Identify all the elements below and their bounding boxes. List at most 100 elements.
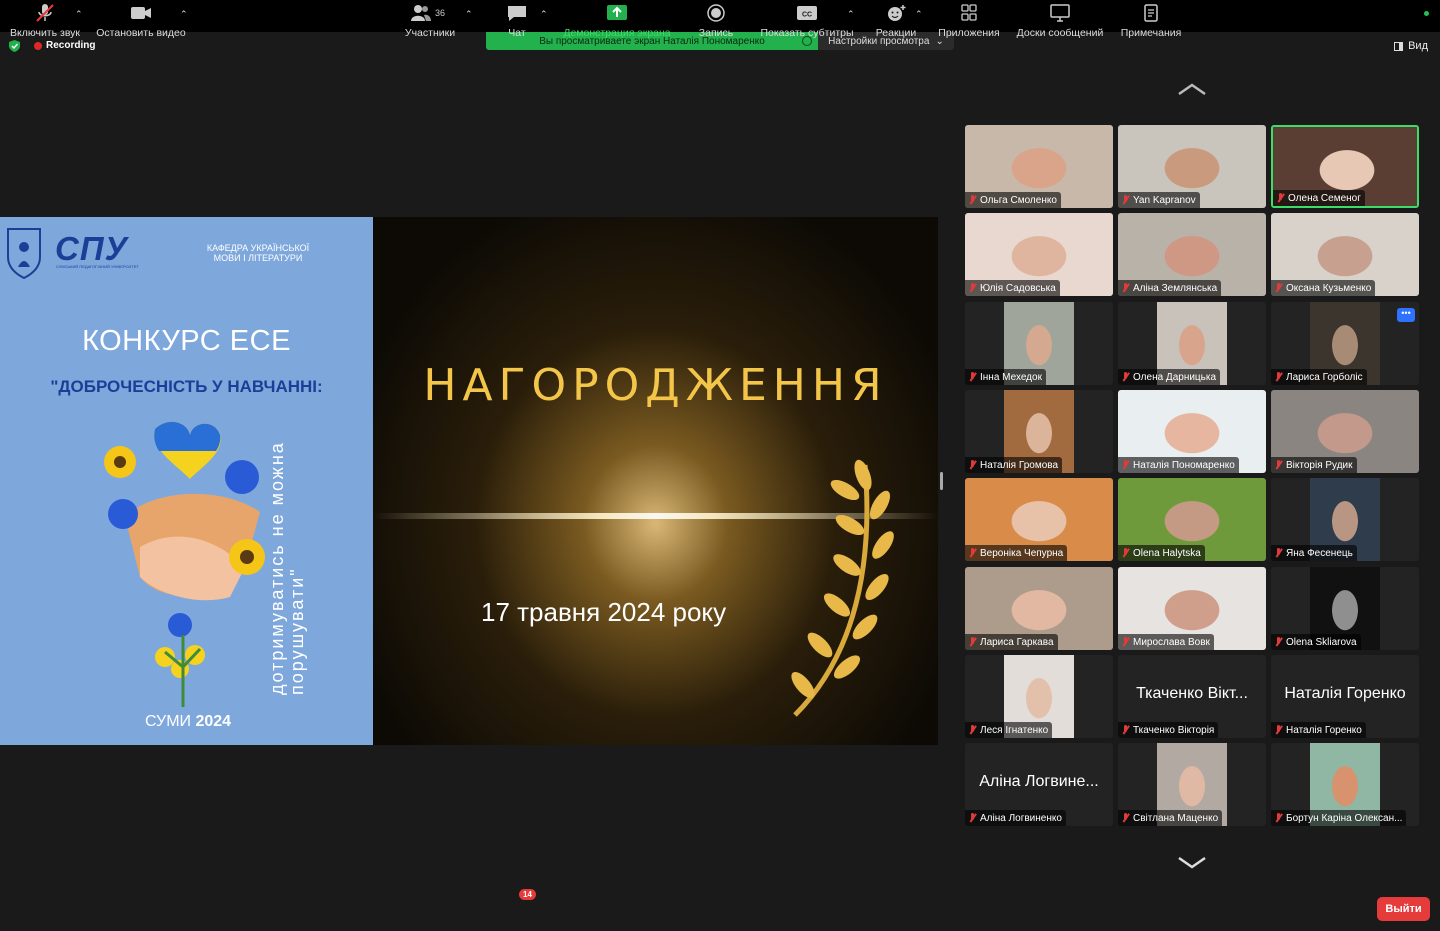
more-options-icon[interactable]: ••• xyxy=(1397,308,1415,322)
participant-tile[interactable]: Юлія Садовська xyxy=(965,213,1113,296)
participant-name-bar: Мирослава Вовк xyxy=(1118,634,1214,650)
participant-name: Яна Фесенець xyxy=(1286,547,1353,559)
participant-tile[interactable]: Ольга Смоленко xyxy=(965,125,1113,208)
unmute-label: Включить звук xyxy=(9,27,81,39)
chevron-up-icon[interactable] xyxy=(1177,82,1207,96)
reactions-label: Реакции xyxy=(875,27,917,39)
shared-screen[interactable]: СПУ СУМСЬКИЙ ПЕДАГОГІЧНИЙ УНІВЕРСИТЕТ КА… xyxy=(0,217,938,745)
captions-options-caret[interactable]: ⌃ xyxy=(847,9,855,20)
unmute-button[interactable]: Включить звук xyxy=(8,0,82,44)
notes-button[interactable]: Примечания xyxy=(1118,0,1184,44)
chat-label: Чат xyxy=(508,27,526,39)
muted-mic-icon xyxy=(1122,460,1130,470)
svg-text:CC: CC xyxy=(802,12,812,19)
muted-mic-icon xyxy=(1275,725,1283,735)
participant-name: Вероніка Чепурна xyxy=(980,547,1064,559)
participant-tile[interactable]: Ткаченко Вікт... Ткаченко Вікторія xyxy=(1118,655,1266,738)
whiteboards-label: Доски сообщений xyxy=(1016,27,1104,39)
participant-name-bar: Аліна Логвиненко xyxy=(965,810,1066,826)
participant-name: Лариса Горболіс xyxy=(1286,371,1363,383)
participant-name: Лариса Гаркава xyxy=(980,636,1054,648)
participant-display-name: Наталія Горенко xyxy=(1284,685,1406,702)
reactions-button[interactable]: Реакции xyxy=(873,0,919,44)
participant-name-bar: Olena Halytska xyxy=(1118,545,1205,561)
muted-mic-icon xyxy=(1275,548,1283,558)
department-name: КАФЕДРА УКРАЇНСЬКОЇ МОВИ І ЛІТЕРАТУРИ xyxy=(206,243,310,264)
chevron-down-icon[interactable] xyxy=(1177,856,1207,870)
participant-tile[interactable]: Olena Halytska xyxy=(1118,478,1266,561)
show-captions-button[interactable]: CC Показать субтитры xyxy=(758,0,856,44)
participant-tile[interactable]: Аліна Землянська xyxy=(1118,213,1266,296)
slide-scroll-handle[interactable] xyxy=(940,472,943,490)
participant-tile[interactable]: Олена Дарницька xyxy=(1118,302,1266,385)
leave-meeting-button[interactable]: Выйти xyxy=(1377,897,1430,921)
people-icon xyxy=(411,5,431,21)
share-screen-button[interactable]: Демонстрация экрана xyxy=(560,0,674,44)
participant-tile[interactable]: ••• Лариса Горболіс xyxy=(1271,302,1419,385)
award-date: 17 травня 2024 року xyxy=(481,597,727,627)
notes-label: Примечания xyxy=(1120,27,1182,39)
show-captions-label: Показать субтитры xyxy=(760,27,854,39)
video-options-caret[interactable]: ⌃ xyxy=(180,9,188,20)
participant-name-bar: Юлія Садовська xyxy=(965,280,1060,296)
participant-display-name: Ткаченко Вікт... xyxy=(1136,685,1248,702)
participant-tile[interactable]: Наталія Громова xyxy=(965,390,1113,473)
participant-tile[interactable]: Леся Ігнатенко xyxy=(965,655,1113,738)
participant-name: Світлана Маценко xyxy=(1133,812,1219,824)
apps-label: Приложения xyxy=(938,27,1000,39)
stop-video-button[interactable]: Остановить видео xyxy=(96,0,186,44)
meeting-toolbar xyxy=(0,887,1440,931)
record-button[interactable]: Запись xyxy=(696,0,736,44)
reactions-options-caret[interactable]: ⌃ xyxy=(915,9,923,20)
participant-tile[interactable]: Оксана Кузьменко xyxy=(1271,213,1419,296)
apps-button[interactable]: Приложения xyxy=(936,0,1002,44)
chat-button[interactable]: Чат xyxy=(504,0,530,44)
participant-tile[interactable]: Yan Kapranov xyxy=(1118,125,1266,208)
audio-options-caret[interactable]: ⌃ xyxy=(75,9,83,20)
participant-name: Вікторія Рудик xyxy=(1286,459,1353,471)
status-dot xyxy=(1424,11,1429,16)
share-screen-label: Демонстрация экрана xyxy=(563,27,671,39)
participant-tile[interactable]: Лариса Гаркава xyxy=(965,567,1113,650)
view-button[interactable]: Вид xyxy=(1394,40,1428,52)
participants-options-caret[interactable]: ⌃ xyxy=(465,9,473,20)
participants-button[interactable]: 36 Участники xyxy=(403,0,457,44)
participant-tile[interactable]: Наталія Горенко Наталія Горенко xyxy=(1271,655,1419,738)
vertical-slogan: дотримуватись не можна порушувати" xyxy=(267,385,308,695)
muted-mic-icon xyxy=(1275,637,1283,647)
participant-name-bar: Леся Ігнатенко xyxy=(965,722,1053,738)
participant-name: Мирослава Вовк xyxy=(1133,636,1210,648)
participant-name-bar: Наталія Пономаренко xyxy=(1118,457,1239,473)
participant-name-bar: Бортун Каріна Олексан... xyxy=(1271,810,1407,826)
contest-poster: СПУ СУМСЬКИЙ ПЕДАГОГІЧНИЙ УНІВЕРСИТЕТ КА… xyxy=(0,217,373,745)
participant-tile[interactable]: Наталія Пономаренко xyxy=(1118,390,1266,473)
participant-tile[interactable]: Олена Семеног xyxy=(1271,125,1419,208)
participant-tile[interactable]: Аліна Логвине... Аліна Логвиненко xyxy=(965,743,1113,826)
participant-display-name: Аліна Логвине... xyxy=(979,773,1099,790)
muted-mic-icon xyxy=(1122,548,1130,558)
laurel-branch-icon xyxy=(791,459,894,717)
participants-label: Участники xyxy=(404,27,456,39)
muted-mic-icon xyxy=(1275,460,1283,470)
participant-tile[interactable]: Olena Skliarova xyxy=(1271,567,1419,650)
participant-tile[interactable]: Світлана Маценко xyxy=(1118,743,1266,826)
participant-name: Ольга Смоленко xyxy=(980,194,1057,206)
participant-tile[interactable]: Бортун Каріна Олексан... xyxy=(1271,743,1419,826)
whiteboards-button[interactable]: Доски сообщений xyxy=(1014,0,1106,44)
reaction-emoji-icon xyxy=(888,5,906,21)
participant-tile[interactable]: Вероніка Чепурна xyxy=(965,478,1113,561)
participant-name: Ткаченко Вікторія xyxy=(1133,724,1215,736)
participant-name: Юлія Садовська xyxy=(980,282,1056,294)
participant-tile[interactable]: Інна Мехедок xyxy=(965,302,1113,385)
poster-year: 2024 xyxy=(195,713,232,730)
participants-count: 36 xyxy=(435,8,446,18)
participant-tile[interactable]: Яна Фесенець xyxy=(1271,478,1419,561)
participant-name-bar: Аліна Землянська xyxy=(1118,280,1222,296)
participant-tile[interactable]: Вікторія Рудик xyxy=(1271,390,1419,473)
muted-mic-icon xyxy=(1122,372,1130,382)
chat-options-caret[interactable]: ⌃ xyxy=(540,9,548,20)
participant-tile[interactable]: Мирослава Вовк xyxy=(1118,567,1266,650)
participant-name-bar: Ткаченко Вікторія xyxy=(1118,722,1219,738)
slogan-line-1: дотримуватись не можна xyxy=(267,441,287,695)
participant-name: Olena Skliarova xyxy=(1286,636,1357,648)
